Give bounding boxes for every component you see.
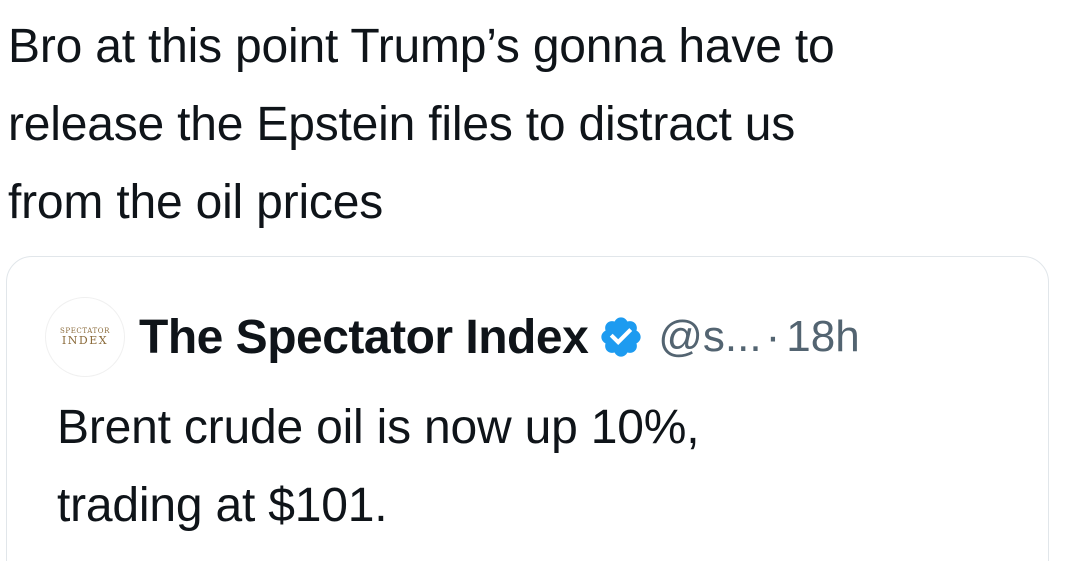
tweet-text: Bro at this point Trump’s gonna have to … [8, 8, 1058, 242]
quoted-tweet-text-line: Brent crude oil is now up 10%, [57, 401, 700, 454]
avatar-logo-bottom: INDEX [61, 334, 109, 347]
avatar[interactable]: SPECTATOR INDEX [45, 297, 125, 377]
tweet-text-line: release the Epstein files to distract us [8, 98, 796, 151]
display-name[interactable]: The Spectator Index [139, 310, 589, 365]
quoted-tweet-header: SPECTATOR INDEX The Spectator Index @s..… [45, 297, 860, 377]
quoted-tweet-card[interactable]: SPECTATOR INDEX The Spectator Index @s..… [6, 256, 1049, 561]
tweet-text-line: Bro at this point Trump’s gonna have to [8, 20, 835, 73]
tweet-text-line: from the oil prices [8, 176, 383, 229]
verified-badge-icon [601, 317, 641, 357]
handle[interactable]: @s... [658, 312, 761, 362]
quoted-tweet-text: Brent crude oil is now up 10%, trading a… [57, 389, 1017, 545]
quoted-tweet-text-line: trading at $101. [57, 479, 388, 532]
timestamp[interactable]: 18h [786, 312, 859, 362]
separator-dot: · [765, 312, 781, 361]
